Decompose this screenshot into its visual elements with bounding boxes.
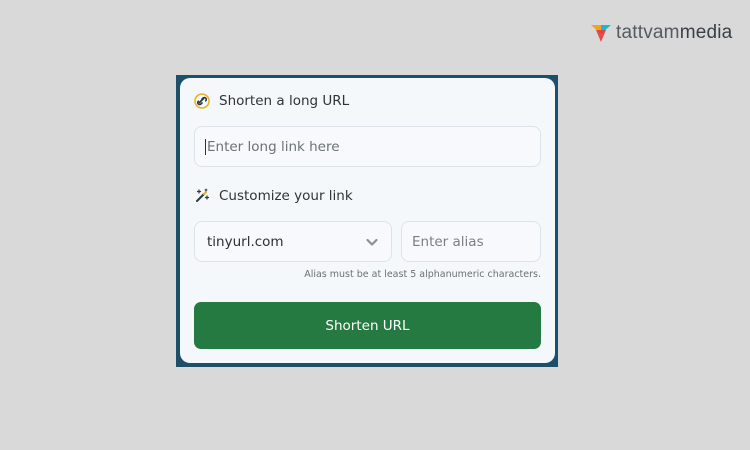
long-url-placeholder: Enter long link here <box>207 138 340 155</box>
long-url-input[interactable]: Enter long link here <box>194 126 541 167</box>
brand-logo-text: tattvammedia <box>616 22 733 43</box>
text-caret <box>205 138 206 155</box>
shorten-form-card: Shorten a long URL Enter long link here … <box>180 78 555 363</box>
alias-placeholder: Enter alias <box>412 233 484 250</box>
brand-logo-icon <box>591 25 611 42</box>
chevron-down-icon <box>366 238 378 246</box>
brand-logo: tattvammedia <box>590 20 732 46</box>
long-url-heading: Shorten a long URL <box>194 93 349 109</box>
magic-wand-icon <box>196 188 210 202</box>
alias-input[interactable]: Enter alias <box>401 221 541 262</box>
domain-select-value: tinyurl.com <box>207 233 284 250</box>
shorten-url-button[interactable]: Shorten URL <box>194 302 541 349</box>
link-icon <box>194 93 210 109</box>
customize-heading: Customize your link <box>194 188 353 204</box>
long-url-heading-label: Shorten a long URL <box>219 93 350 109</box>
customize-heading-label: Customize your link <box>219 188 353 204</box>
domain-select[interactable]: tinyurl.com <box>194 221 392 262</box>
alias-hint: Alias must be at least 5 alphanumeric ch… <box>304 269 541 280</box>
